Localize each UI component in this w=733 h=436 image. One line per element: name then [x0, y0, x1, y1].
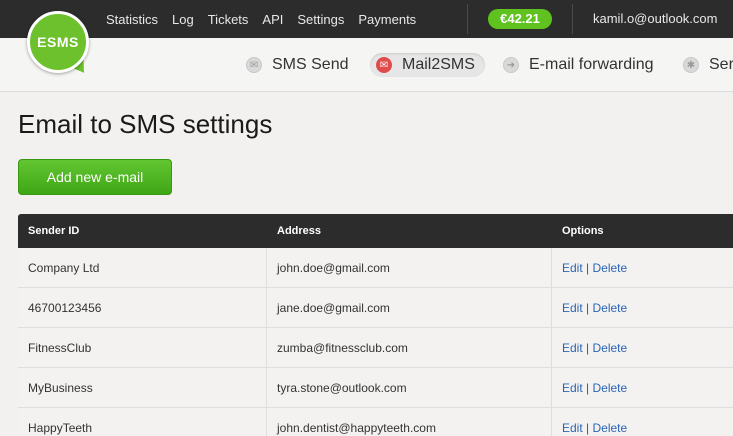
edit-link[interactable]: Edit — [562, 381, 583, 395]
address-cell: john.doe@gmail.com — [267, 248, 552, 287]
delete-link[interactable]: Delete — [593, 261, 628, 275]
options-separator: | — [586, 421, 590, 435]
delete-link[interactable]: Delete — [593, 341, 628, 355]
options-cell: Edit | Delete — [552, 248, 733, 287]
options-cell: Edit | Delete — [552, 408, 733, 436]
options-separator: | — [586, 381, 590, 395]
table-row: MyBusiness tyra.stone@outlook.com Edit | D… — [18, 368, 733, 408]
tab-label: SMS Send — [272, 56, 349, 73]
gear-icon: ✱ — [683, 57, 699, 73]
balance-badge[interactable]: €42.21 — [488, 9, 552, 29]
address-cell: zumba@fitnessclub.com — [267, 328, 552, 367]
sender-id-cell: FitnessClub — [18, 328, 267, 367]
nav-api[interactable]: API — [262, 12, 283, 27]
delete-link[interactable]: Delete — [593, 421, 628, 435]
tab-label: Ser — [709, 56, 733, 73]
sms-icon: ✉ — [246, 57, 262, 73]
column-header-address: Address — [277, 225, 322, 237]
options-cell: Edit | Delete — [552, 368, 733, 407]
options-separator: | — [586, 261, 590, 275]
logo[interactable]: ESMS — [27, 11, 89, 73]
delete-link[interactable]: Delete — [593, 381, 628, 395]
tab-label: Mail2SMS — [402, 56, 475, 73]
tab-sms-send[interactable]: ✉ SMS Send — [246, 53, 348, 77]
email-table: Sender ID Address Options Company Ltd joh… — [18, 214, 733, 436]
forward-icon: ➜ — [503, 57, 519, 73]
nav-tickets[interactable]: Tickets — [208, 12, 249, 27]
edit-link[interactable]: Edit — [562, 421, 583, 435]
column-header-options: Options — [562, 225, 604, 237]
sender-id-cell: 46700123456 — [18, 288, 267, 327]
options-cell: Edit | Delete — [552, 288, 733, 327]
table-row: HappyTeeth john.dentist@happyteeth.com Edi… — [18, 408, 733, 436]
tab-services[interactable]: ✱ Ser — [683, 53, 733, 77]
tab-label: E-mail forwarding — [529, 56, 654, 73]
nav-payments[interactable]: Payments — [358, 12, 416, 27]
nav-log[interactable]: Log — [172, 12, 194, 27]
table-row: 46700123456 jane.doe@gmail.com Edit | Dele… — [18, 288, 733, 328]
tab-email-forwarding[interactable]: ➜ E-mail forwarding — [503, 53, 653, 77]
envelope-icon: ✉ — [376, 57, 392, 73]
top-nav: Statistics Log Tickets API Settings Paym… — [106, 0, 430, 38]
sender-id-cell: MyBusiness — [18, 368, 267, 407]
delete-link[interactable]: Delete — [593, 301, 628, 315]
sender-id-cell: Company Ltd — [18, 248, 267, 287]
nav-statistics[interactable]: Statistics — [106, 12, 158, 27]
add-email-button[interactable]: Add new e-mail — [18, 159, 172, 195]
nav-divider — [467, 4, 468, 34]
column-header-sender: Sender ID — [28, 225, 80, 237]
nav-settings[interactable]: Settings — [297, 12, 344, 27]
page-title: Email to SMS settings — [18, 109, 273, 139]
sender-id-cell: HappyTeeth — [18, 408, 267, 436]
options-separator: | — [586, 341, 590, 355]
table-row: FitnessClub zumba@fitnessclub.com Edit | D… — [18, 328, 733, 368]
edit-link[interactable]: Edit — [562, 261, 583, 275]
address-cell: tyra.stone@outlook.com — [267, 368, 552, 407]
nav-divider — [572, 4, 573, 34]
tab-mail2sms[interactable]: ✉ Mail2SMS — [370, 53, 485, 77]
table-header: Sender ID Address Options — [18, 214, 733, 248]
address-cell: jane.doe@gmail.com — [267, 288, 552, 327]
address-cell: john.dentist@happyteeth.com — [267, 408, 552, 436]
table-row: Company Ltd john.doe@gmail.com Edit | Dele… — [18, 248, 733, 288]
options-separator: | — [586, 301, 590, 315]
user-email[interactable]: kamil.o@outlook.com — [593, 0, 717, 38]
edit-link[interactable]: Edit — [562, 341, 583, 355]
logo-text: ESMS — [37, 34, 79, 50]
options-cell: Edit | Delete — [552, 328, 733, 367]
edit-link[interactable]: Edit — [562, 301, 583, 315]
